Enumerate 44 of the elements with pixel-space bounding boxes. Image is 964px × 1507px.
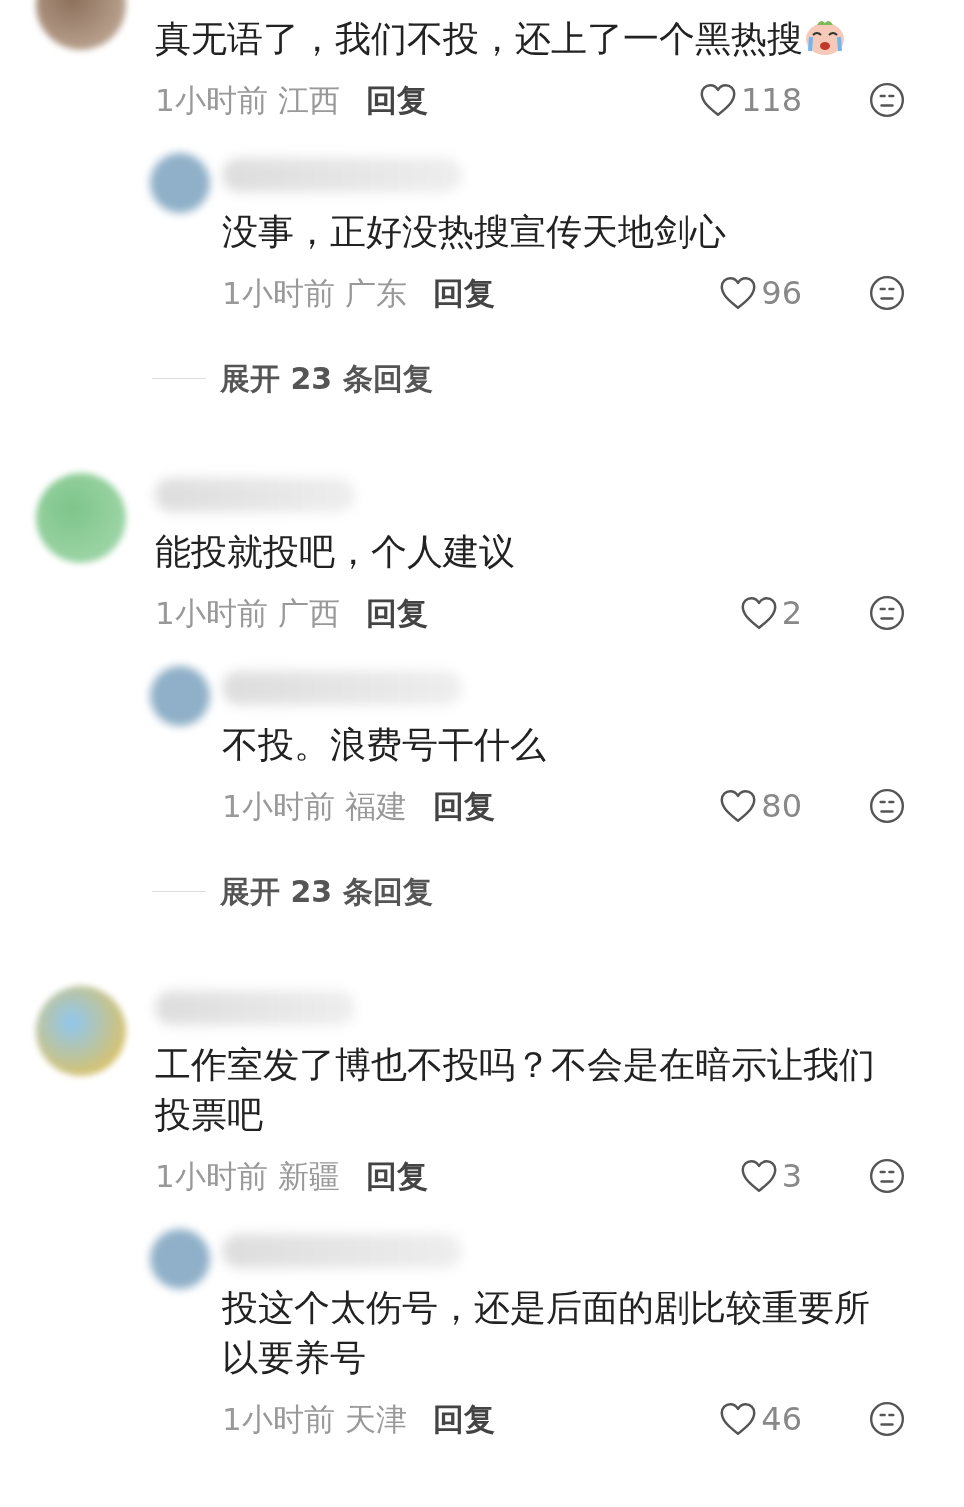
comment-text: 工作室发了博也不投吗？不会是在暗示让我们投票吧 <box>155 1043 876 1137</box>
like-count: 118 <box>740 80 802 121</box>
like-count: 3 <box>781 1156 802 1197</box>
expand-replies-link[interactable]: 展开 23 条回复 <box>220 868 433 914</box>
heart-icon[interactable] <box>719 1402 758 1436</box>
comment-text: 不投。浪费号干什么 <box>222 723 547 767</box>
like-count: 2 <box>781 593 802 634</box>
comment-text: 投这个太伤号，还是后面的剧比较重要所以要养号 <box>222 1286 871 1380</box>
emoji-face-icon[interactable] <box>868 1157 906 1195</box>
comment-region: 广东 <box>344 273 407 313</box>
emoji-face-icon[interactable] <box>868 787 906 825</box>
reply-link[interactable]: 回复 <box>365 589 428 637</box>
reply-link[interactable]: 回复 <box>365 76 428 124</box>
emoji-face-icon[interactable] <box>868 81 906 119</box>
emoji-face-icon[interactable] <box>868 1400 906 1438</box>
heart-icon[interactable] <box>698 83 737 117</box>
reply-link[interactable]: 回复 <box>365 1152 428 1200</box>
comment-region: 新疆 <box>277 1156 340 1196</box>
reply-link[interactable]: 回复 <box>432 782 495 830</box>
comment-region: 福建 <box>344 786 407 826</box>
emoji-face-icon[interactable] <box>868 594 906 632</box>
comment-text: 能投就投吧，个人建议 <box>155 530 516 574</box>
heart-icon[interactable] <box>739 596 778 630</box>
like-count: 96 <box>761 273 802 314</box>
emoji-face-icon[interactable] <box>868 274 906 312</box>
comment-text: 真无语了，我们不投，还上了一个黑热搜 <box>155 14 964 64</box>
comment-text: 没事，正好没热搜宣传天地剑心 <box>222 210 727 254</box>
heart-icon[interactable] <box>719 276 758 310</box>
like-count: 46 <box>761 1399 802 1440</box>
reply-link[interactable]: 回复 <box>432 269 495 317</box>
comment-region: 江西 <box>277 80 340 120</box>
heart-icon[interactable] <box>719 789 758 823</box>
comment-time: 1小时前 <box>222 786 335 826</box>
comment-time: 1小时前 <box>222 273 335 313</box>
comment-time: 1小时前 <box>222 1399 335 1439</box>
comment-time: 1小时前 <box>155 1156 268 1196</box>
heart-icon[interactable] <box>739 1159 778 1193</box>
comment-time: 1小时前 <box>155 593 268 633</box>
reply-link[interactable]: 回复 <box>432 1395 495 1443</box>
comment-time: 1小时前 <box>155 80 268 120</box>
like-count: 80 <box>761 786 802 827</box>
expand-replies-link[interactable]: 展开 23 条回复 <box>220 355 433 401</box>
comment-region: 广西 <box>277 593 340 633</box>
comment-region: 天津 <box>344 1399 407 1439</box>
